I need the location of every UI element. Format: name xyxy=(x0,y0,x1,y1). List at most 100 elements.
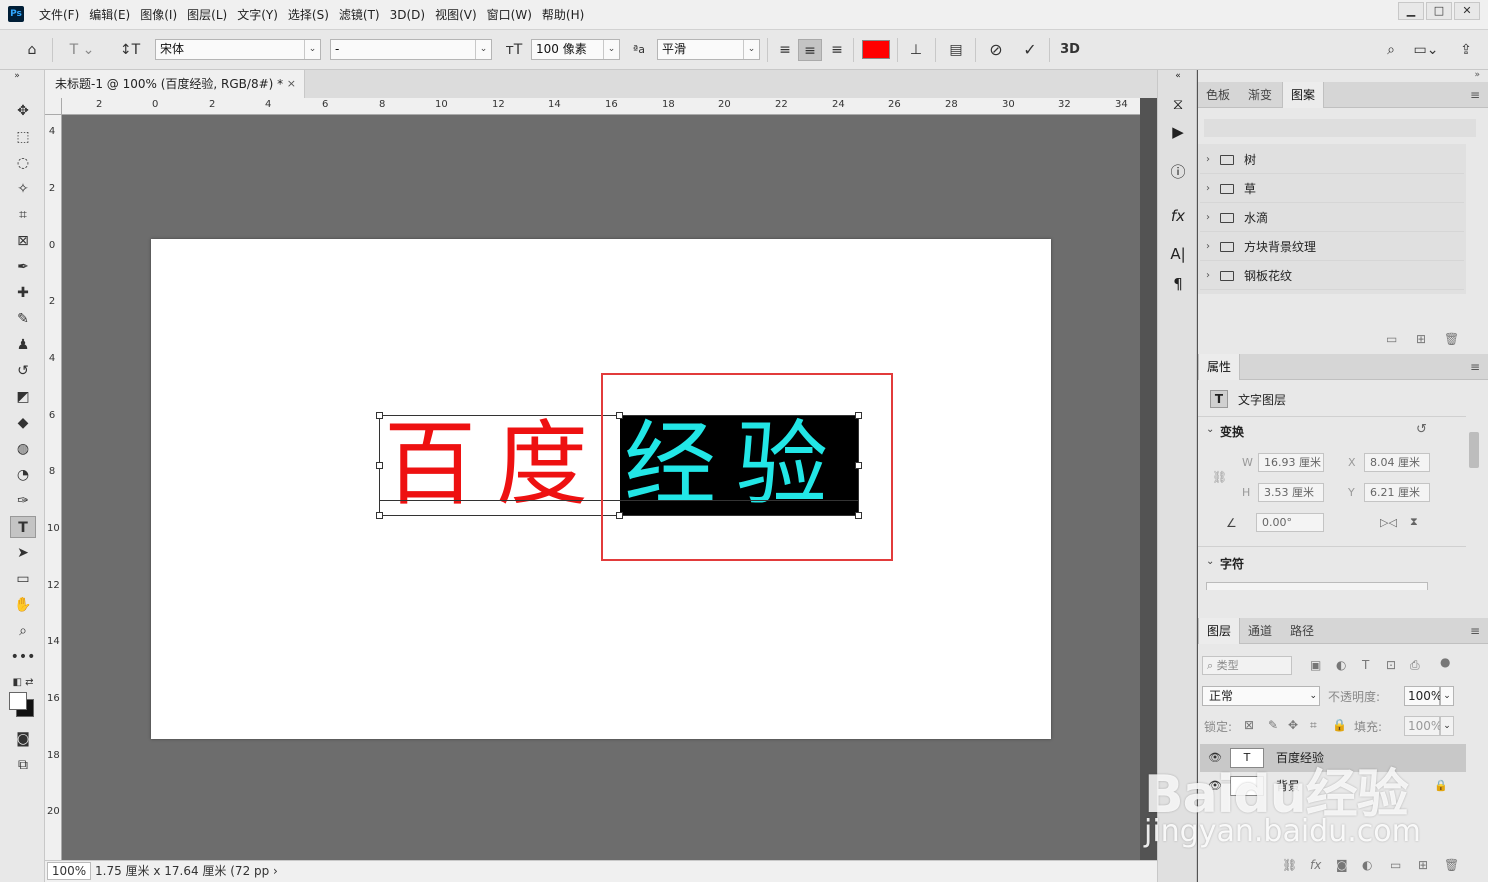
add-pattern-icon[interactable]: ⊞ xyxy=(1416,332,1426,346)
paragraph-icon[interactable]: ¶ xyxy=(1166,272,1190,296)
cancel-edit-icon[interactable]: ⊘ xyxy=(984,40,1008,60)
anti-alias-select[interactable]: 平滑 ⌄ xyxy=(657,39,760,60)
height-field[interactable]: 3.53 厘米 xyxy=(1258,483,1324,502)
path-selection-tool-icon[interactable]: ➤ xyxy=(10,542,36,564)
history-brush-tool-icon[interactable]: ↺ xyxy=(10,360,36,382)
healing-brush-tool-icon[interactable]: ✚ xyxy=(10,282,36,304)
visibility-eye-icon[interactable]: 👁 xyxy=(1208,772,1222,800)
chevron-down-icon[interactable]: ⌄ xyxy=(1206,556,1214,567)
pattern-group-row[interactable]: › 水滴 xyxy=(1200,204,1464,232)
angle-field[interactable]: 0.00° xyxy=(1256,513,1324,532)
toggle-text-orientation-icon[interactable]: ↕T xyxy=(116,40,144,60)
transform-handle-bottom-left[interactable] xyxy=(376,512,383,519)
warp-text-icon[interactable]: ⊥ xyxy=(904,40,928,60)
pattern-group-row[interactable]: › 钢板花纹 xyxy=(1200,262,1464,290)
width-field[interactable]: 16.93 厘米 xyxy=(1258,453,1324,472)
properties-scrollbar[interactable] xyxy=(1468,418,1480,588)
workspace-icon[interactable]: ▭⌄ xyxy=(1410,40,1442,60)
align-left-icon[interactable]: ≡ xyxy=(773,39,797,61)
layer-row[interactable]: 👁 背景 🔒 xyxy=(1200,772,1466,800)
character-section-title[interactable]: 字符 xyxy=(1220,555,1244,572)
frame-tool-icon[interactable]: ⊠ xyxy=(10,230,36,252)
align-center-icon[interactable]: ≡ xyxy=(798,39,822,61)
swap-colors-icon[interactable]: ◧ ⇄ xyxy=(10,672,36,694)
new-layer-icon[interactable]: ⊞ xyxy=(1418,858,1428,872)
chevron-down-icon[interactable]: ⌄ xyxy=(1440,686,1454,706)
collapse-icon[interactable]: « xyxy=(1166,70,1190,82)
transform-handle-left[interactable] xyxy=(376,462,383,469)
pen-tool-icon[interactable]: ✑ xyxy=(10,490,36,512)
eraser-tool-icon[interactable]: ◩ xyxy=(10,386,36,408)
menu-view[interactable]: 视图(V) xyxy=(430,0,482,30)
pattern-group-row[interactable]: › 树 xyxy=(1200,146,1464,174)
brush-tool-icon[interactable]: ✎ xyxy=(10,308,36,330)
minimize-button[interactable]: ▁ xyxy=(1398,2,1424,20)
collapse-icon[interactable]: » xyxy=(4,70,30,82)
move-tool-icon[interactable]: ✥ xyxy=(10,100,36,122)
crop-tool-icon[interactable]: ⌗ xyxy=(10,204,36,226)
new-group-icon[interactable]: ▭ xyxy=(1386,332,1397,346)
link-layers-icon[interactable]: ⛓ xyxy=(1282,858,1297,872)
tab-patterns[interactable]: 图案 xyxy=(1282,82,1325,108)
text-color-swatch[interactable] xyxy=(862,40,890,59)
lock-pixels-icon[interactable]: ✎ xyxy=(1268,718,1278,732)
menu-type[interactable]: 文字(Y) xyxy=(232,0,283,30)
lock-all-icon[interactable]: 🔒 xyxy=(1332,718,1347,732)
menu-edit[interactable]: 编辑(E) xyxy=(84,0,135,30)
commit-edit-icon[interactable]: ✓ xyxy=(1018,40,1042,60)
rectangle-tool-icon[interactable]: ▭ xyxy=(10,568,36,590)
eyedropper-tool-icon[interactable]: ✒ xyxy=(10,256,36,278)
zoom-tool-icon[interactable]: ⌕ xyxy=(10,620,36,642)
pattern-search-input[interactable] xyxy=(1204,119,1476,137)
vertical-ruler[interactable]: 4 2 0 2 4 6 8 10 12 14 16 18 20 xyxy=(45,115,62,860)
type-tool-icon[interactable]: T xyxy=(10,516,36,538)
filter-pixel-icon[interactable]: ▣ xyxy=(1310,658,1321,672)
delete-icon[interactable]: 🗑 xyxy=(1444,858,1459,872)
menu-file[interactable]: 文件(F) xyxy=(34,0,84,30)
layer-filter-select[interactable]: ⌕ 类型 xyxy=(1202,656,1292,675)
horizontal-ruler[interactable]: 2 0 2 4 6 8 10 12 14 16 18 20 22 24 26 2… xyxy=(62,98,1140,115)
more-tools-icon[interactable]: ••• xyxy=(10,646,36,668)
tab-layers[interactable]: 图层 xyxy=(1198,618,1241,644)
font-style-select[interactable]: - ⌄ xyxy=(330,39,492,60)
styles-fx-icon[interactable]: fx xyxy=(1166,204,1190,228)
delete-icon[interactable]: 🗑 xyxy=(1444,332,1459,346)
filter-smart-object-icon[interactable]: ⎙ xyxy=(1410,658,1420,673)
pattern-group-row[interactable]: › 方块背景纹理 xyxy=(1200,233,1464,261)
tab-swatches[interactable]: 色板 xyxy=(1198,82,1238,108)
chevron-down-icon[interactable]: ⌄ xyxy=(1440,716,1454,736)
transform-section-title[interactable]: 变换 xyxy=(1220,423,1244,440)
document-info[interactable]: 1.75 厘米 x 17.64 厘米 (72 pp › xyxy=(95,861,278,881)
tab-paths[interactable]: 路径 xyxy=(1282,618,1322,644)
menu-help[interactable]: 帮助(H) xyxy=(537,0,589,30)
menu-3d[interactable]: 3D(D) xyxy=(385,0,430,30)
close-tab-icon[interactable]: × xyxy=(287,70,296,98)
lock-transparent-icon[interactable]: ⊠ xyxy=(1244,718,1254,732)
adjustment-layer-icon[interactable]: ◐ xyxy=(1362,858,1372,872)
link-icon[interactable]: ⛓ xyxy=(1212,470,1227,484)
new-group-icon[interactable]: ▭ xyxy=(1390,858,1401,872)
blend-mode-select[interactable]: 正常 ⌄ xyxy=(1202,686,1320,706)
info-icon[interactable]: ⓘ xyxy=(1166,160,1190,184)
font-family-select[interactable]: 宋体 ⌄ xyxy=(155,39,321,60)
character-icon[interactable]: A| xyxy=(1166,242,1190,266)
tab-gradients[interactable]: 渐变 xyxy=(1240,82,1280,108)
menu-filter[interactable]: 滤镜(T) xyxy=(334,0,385,30)
history-icon[interactable]: ⧖ xyxy=(1166,92,1190,116)
tab-properties[interactable]: 属性 xyxy=(1198,354,1241,380)
font-family-field[interactable] xyxy=(1206,582,1428,590)
layer-style-fx-icon[interactable]: fx xyxy=(1310,858,1321,872)
foreground-color-swatch[interactable] xyxy=(9,692,27,710)
scrollbar-thumb[interactable] xyxy=(1469,432,1479,468)
paint-bucket-tool-icon[interactable]: ◆ xyxy=(10,412,36,434)
visibility-eye-icon[interactable]: 👁 xyxy=(1208,744,1222,772)
lasso-tool-icon[interactable]: ◌ xyxy=(10,152,36,174)
filter-adjustment-icon[interactable]: ◐ xyxy=(1336,658,1346,672)
collapse-icon[interactable]: » xyxy=(1474,70,1480,80)
opacity-field[interactable]: 100% xyxy=(1404,686,1442,706)
panel-menu-icon[interactable]: ≡ xyxy=(1470,354,1480,380)
home-icon[interactable]: ⌂ xyxy=(14,40,50,60)
menu-image[interactable]: 图像(I) xyxy=(135,0,182,30)
filter-shape-icon[interactable]: ⊡ xyxy=(1386,658,1396,672)
magic-wand-tool-icon[interactable]: ✧ xyxy=(10,178,36,200)
